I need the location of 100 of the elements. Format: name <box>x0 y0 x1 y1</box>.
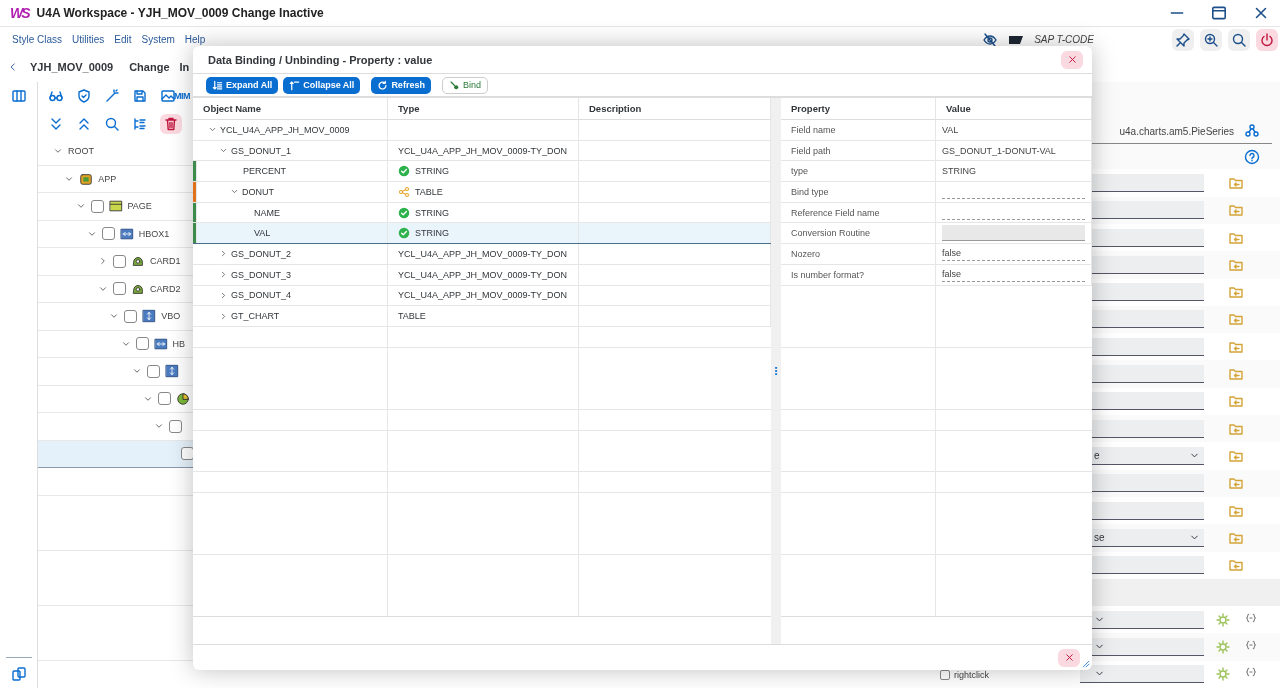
checkbox[interactable] <box>90 199 104 213</box>
power-icon <box>1259 31 1275 48</box>
eye-slash-icon[interactable] <box>982 31 999 48</box>
input-field[interactable]: false <box>942 246 1085 262</box>
tree-node-label[interactable]: PAGE <box>127 201 152 212</box>
glasses-icon[interactable] <box>48 88 64 104</box>
pin-button[interactable] <box>1172 28 1194 51</box>
collapse-all-button[interactable]: Collapse All <box>283 76 361 94</box>
columns-icon[interactable] <box>10 88 27 104</box>
object-name: GT_CHART <box>231 311 280 322</box>
tree-node-label[interactable]: CARD1 <box>150 256 181 267</box>
tcode-label: SAP T-CODE <box>1034 34 1094 45</box>
input-field[interactable]: false <box>942 267 1085 283</box>
image-icon[interactable] <box>160 88 176 104</box>
checkbox[interactable] <box>146 364 160 378</box>
tree-list-icon[interactable] <box>132 116 148 132</box>
back-icon[interactable] <box>8 62 18 72</box>
app-node-icon <box>79 171 94 186</box>
mode-label: Change <box>129 61 170 73</box>
check-circle-icon <box>398 206 410 219</box>
tree-row[interactable]: GT_CHART TABLE <box>193 306 771 327</box>
search-button[interactable] <box>1228 28 1250 51</box>
expand-all-button[interactable]: Expand All <box>206 76 279 94</box>
checkbox[interactable] <box>158 392 171 406</box>
gear-icon[interactable] <box>1215 611 1231 628</box>
trash-icon <box>163 116 179 132</box>
folder-icon[interactable] <box>1228 202 1244 219</box>
folder-icon[interactable] <box>1228 311 1244 328</box>
link-icon <box>448 79 460 91</box>
folder-icon[interactable] <box>1228 475 1244 492</box>
tree-row[interactable]: GS_DONUT_4 YCL_U4A_APP_JH_MOV_0009-TY_DON <box>193 285 771 307</box>
tree-row[interactable]: YCL_U4A_APP_JH_MOV_0009 <box>193 120 771 141</box>
tree-row[interactable]: PERCENT STRING <box>193 161 771 183</box>
menu-item[interactable]: Help <box>184 34 206 45</box>
tree-row[interactable]: DONUT TABLE <box>193 182 771 203</box>
zoom-in-button[interactable] <box>1200 28 1222 51</box>
checkbox[interactable] <box>180 447 194 461</box>
copy-icon[interactable] <box>10 666 27 682</box>
tree-row[interactable]: VAL STRING <box>193 223 771 245</box>
folder-icon[interactable] <box>1228 284 1244 301</box>
tree-node-label[interactable]: VBO <box>161 311 181 322</box>
property-label: Reference Field name <box>781 202 936 223</box>
nodes-icon[interactable] <box>1244 123 1260 140</box>
tree-row[interactable]: GS_DONUT_2 YCL_U4A_APP_JH_MOV_0009-TY_DON <box>193 244 771 265</box>
menu-item[interactable]: Style Class <box>12 34 62 45</box>
search-icon[interactable] <box>104 116 120 132</box>
tree-node-label[interactable]: APP <box>98 173 117 184</box>
checkbox[interactable] <box>135 337 149 351</box>
gear-icon[interactable] <box>1215 639 1231 656</box>
help-icon[interactable] <box>1244 148 1260 165</box>
refresh-button[interactable]: Refresh <box>371 76 431 94</box>
chevron-right-icon[interactable] <box>98 256 108 267</box>
zoom-in-icon <box>1203 31 1219 48</box>
checkbox[interactable] <box>169 419 183 433</box>
braces-icon[interactable] <box>1245 666 1257 679</box>
menu-item[interactable]: Edit <box>114 34 132 45</box>
bind-button[interactable]: Bind <box>441 76 488 94</box>
menu-item[interactable]: Utilities <box>72 34 105 45</box>
status-label: In <box>179 61 190 73</box>
pin-icon <box>1175 31 1191 48</box>
shield-icon[interactable] <box>76 88 92 104</box>
chevron-right-icon[interactable] <box>219 311 228 321</box>
tree-row[interactable]: GS_DONUT_1 YCL_U4A_APP_JH_MOV_0009-TY_DON <box>193 140 771 162</box>
object-name: NAME <box>254 207 280 218</box>
tree-node-label[interactable]: HB <box>172 338 185 349</box>
close-icon <box>1066 54 1078 65</box>
checkbox[interactable] <box>124 309 138 323</box>
power-button[interactable] <box>1256 28 1278 51</box>
checkbox[interactable] <box>113 254 126 268</box>
type-value: STRING <box>415 166 449 177</box>
tree-node-label[interactable]: HBOX1 <box>138 228 170 239</box>
gear-icon[interactable] <box>1215 666 1231 683</box>
resize-handle-icon[interactable] <box>1081 659 1090 668</box>
folder-icon[interactable] <box>1228 366 1244 383</box>
folder-icon[interactable] <box>1228 175 1244 191</box>
checkbox[interactable] <box>113 282 126 296</box>
select-field[interactable] <box>1080 665 1204 684</box>
delete-button[interactable] <box>160 114 182 134</box>
chevron-right-icon[interactable] <box>219 249 228 259</box>
chevron-right-icon[interactable] <box>219 270 228 280</box>
object-name: GS_DONUT_3 <box>231 269 292 280</box>
folder-icon[interactable] <box>1228 557 1244 574</box>
braces-icon[interactable] <box>1245 611 1257 624</box>
tree-row[interactable]: NAME STRING <box>193 202 771 224</box>
close-button[interactable] <box>1061 50 1083 69</box>
vbox-node-icon <box>164 364 179 379</box>
braces-icon[interactable] <box>1245 639 1257 652</box>
tree-row[interactable]: GS_DONUT_3 YCL_U4A_APP_JH_MOV_0009-TY_DON <box>193 264 771 286</box>
tree-node-label[interactable]: CARD2 <box>150 283 181 294</box>
close-button[interactable] <box>1058 648 1080 667</box>
property-label: type <box>781 161 936 182</box>
wand-icon[interactable] <box>104 88 120 104</box>
folder-icon[interactable] <box>1228 393 1244 410</box>
checkbox[interactable] <box>101 227 115 241</box>
maximize-icon[interactable] <box>1210 4 1228 22</box>
tree-node-label[interactable]: ROOT <box>68 146 94 157</box>
chevron-right-icon[interactable] <box>219 290 228 300</box>
menu-item[interactable]: System <box>141 34 175 45</box>
save-icon[interactable] <box>132 88 148 104</box>
property-label: Field name <box>781 120 936 140</box>
